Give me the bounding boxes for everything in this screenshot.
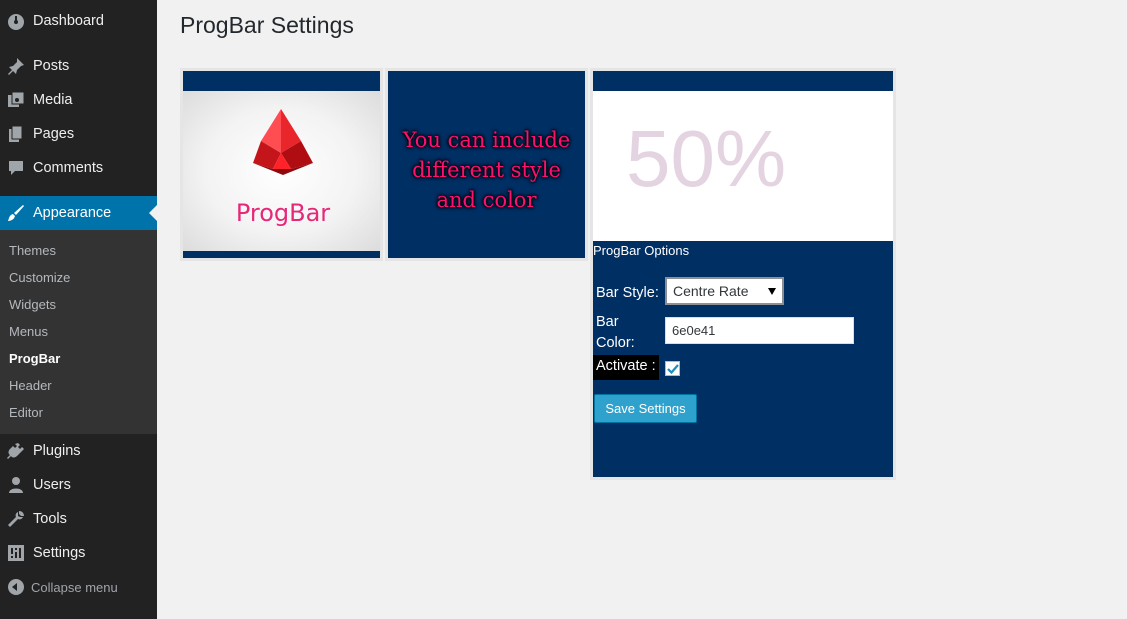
submenu-item-progbar[interactable]: ProgBar	[9, 351, 60, 366]
menu-item-settings[interactable]: Settings	[0, 536, 157, 570]
menu-item-users[interactable]: Users	[0, 468, 157, 502]
submenu-item-widgets[interactable]: Widgets	[9, 297, 56, 312]
menu-item-appearance[interactable]: Appearance	[0, 196, 157, 230]
settings-icon	[6, 543, 26, 563]
active-indicator	[149, 205, 157, 221]
logo-area: ProgBar	[183, 91, 380, 251]
page-title: ProgBar Settings	[180, 12, 354, 38]
menu-item-label: Users	[33, 477, 71, 493]
menu-item-label: Comments	[33, 160, 104, 176]
menu-item-tools[interactable]: Tools	[0, 502, 157, 536]
menu-item-dashboard[interactable]: Dashboard	[0, 4, 157, 38]
menu-item-label: Appearance	[33, 205, 112, 221]
menu-item-posts[interactable]: Posts	[0, 49, 157, 83]
options-panel: 50% ProgBar Options Bar Style: Centre Ra…	[590, 68, 896, 480]
bar-style-value: Centre Rate	[673, 283, 749, 299]
bar-style-label: Bar Style:	[596, 285, 659, 301]
submenu-item-customize[interactable]: Customize	[9, 270, 70, 285]
percent-value: 50%	[626, 114, 787, 203]
percent-preview: 50%	[593, 91, 893, 241]
menu-item-comments[interactable]: Comments	[0, 151, 157, 185]
logo-preview-panel: ProgBar	[180, 68, 383, 261]
bar-style-select[interactable]: Centre Rate	[665, 277, 784, 305]
options-title: ProgBar Options	[593, 243, 690, 258]
submenu-item-header[interactable]: Header	[9, 378, 52, 393]
submenu-item-editor[interactable]: Editor	[9, 405, 43, 420]
promo-line: different style	[412, 158, 561, 182]
appearance-submenu: Themes Customize Widgets Menus ProgBar H…	[0, 230, 157, 434]
collapse-menu-button[interactable]: Collapse menu	[0, 575, 157, 599]
checkmark-icon	[667, 364, 679, 375]
menu-item-plugins[interactable]: Plugins	[0, 434, 157, 468]
activate-label: Activate :	[593, 355, 659, 380]
save-settings-button[interactable]: Save Settings	[594, 394, 697, 423]
pages-icon	[6, 124, 26, 144]
dropdown-arrow-icon	[768, 288, 776, 295]
comment-icon	[6, 158, 26, 178]
media-icon	[6, 90, 26, 110]
submenu-item-menus[interactable]: Menus	[9, 324, 48, 339]
user-icon	[6, 475, 26, 495]
promo-text: You can include different style and colo…	[388, 125, 585, 215]
menu-item-label: Dashboard	[33, 13, 104, 29]
dashboard-icon	[6, 11, 26, 31]
menu-item-label: Settings	[33, 545, 86, 561]
collapse-arrow-icon	[8, 579, 24, 595]
bar-color-input[interactable]: 6e0e41	[665, 317, 854, 344]
promo-line: and color	[436, 188, 537, 212]
plugin-icon	[6, 441, 26, 461]
menu-item-label: Pages	[33, 126, 75, 142]
menu-item-pages[interactable]: Pages	[0, 117, 157, 151]
admin-sidebar: Dashboard Posts Media Pages Comments App…	[0, 0, 157, 619]
brush-icon	[6, 203, 26, 223]
collapse-label: Collapse menu	[31, 579, 118, 595]
menu-item-label: Media	[33, 92, 73, 108]
activate-checkbox[interactable]	[665, 361, 680, 376]
bar-color-label-line2: Color:	[596, 335, 635, 351]
submenu-item-themes[interactable]: Themes	[9, 243, 56, 258]
menu-item-label: Tools	[33, 511, 67, 527]
menu-item-media[interactable]: Media	[0, 83, 157, 117]
progbar-logo-icon: ProgBar	[236, 109, 330, 227]
logo-text: ProgBar	[236, 199, 330, 227]
menu-item-label: Plugins	[33, 443, 81, 459]
wrench-icon	[6, 509, 26, 529]
pin-icon	[6, 56, 26, 76]
bar-color-label-line1: Bar	[596, 314, 619, 330]
style-preview-panel: You can include different style and colo…	[385, 68, 588, 261]
promo-line: You can include	[402, 128, 571, 152]
menu-item-label: Posts	[33, 58, 70, 74]
